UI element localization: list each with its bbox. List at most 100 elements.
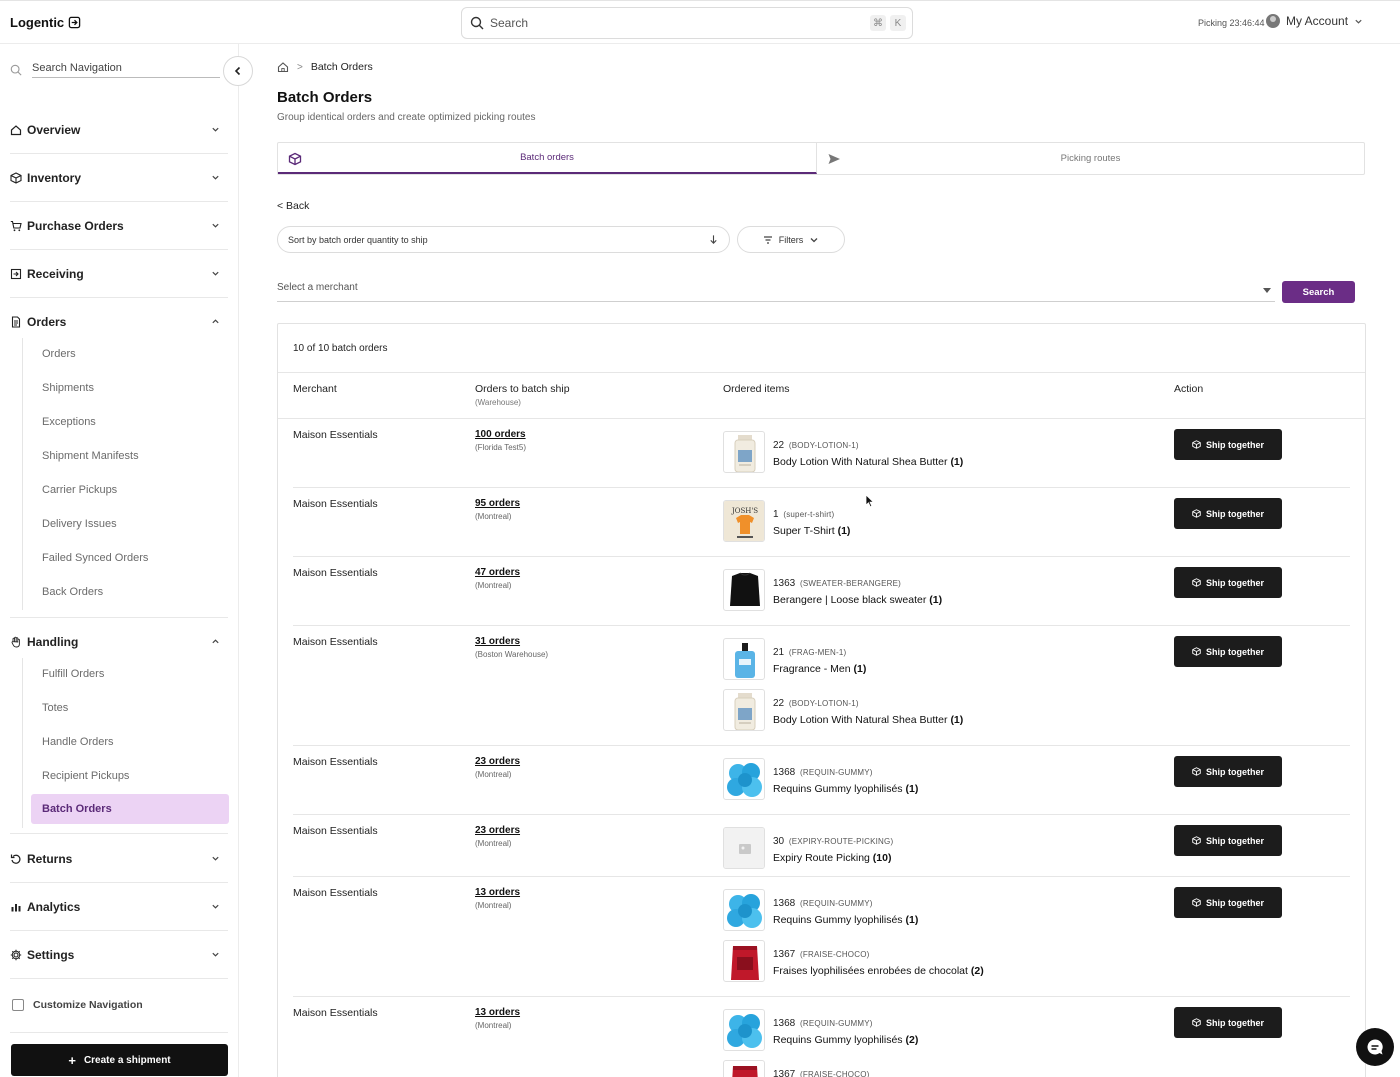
nav-section-settings[interactable]: Settings [10,943,228,967]
checkbox[interactable] [12,999,24,1011]
nav-search-input[interactable]: Search Navigation [10,62,222,78]
orders-link[interactable]: 95 orders [475,498,520,509]
nav-section-overview[interactable]: Overview [10,118,228,142]
orders-link[interactable]: 23 orders [475,756,520,767]
cart-icon [10,220,22,232]
ship-together-button[interactable]: Ship together [1174,567,1282,598]
orders-link[interactable]: 31 orders [475,636,548,647]
merchant-name: Maison Essentials [293,498,378,510]
global-search-input[interactable]: Search ⌘ K [461,7,913,39]
search-button[interactable]: Search [1282,281,1355,303]
nav-section-returns[interactable]: Returns [10,847,228,871]
item-qty: (1) [950,714,964,726]
nav-section-handling[interactable]: Handling [10,630,228,654]
item-id: 1368 [773,898,796,909]
divider [10,201,228,202]
ship-together-button[interactable]: Ship together [1174,887,1282,918]
item-name-line: Body Lotion With Natural Shea Butter (1) [773,714,963,726]
create-shipment-label: Create a shipment [83,1054,171,1066]
item-name: Super T-Shirt [773,525,835,537]
sort-label: Sort by batch order quantity to ship [288,234,428,245]
item-id-line: 22 (BODY-LOTION-1) [773,440,859,451]
warehouse-label: (Boston Warehouse) [475,650,549,659]
box-icon [288,152,302,166]
nav-section-inventory[interactable]: Inventory [10,166,228,190]
gear-icon [10,949,22,961]
search-placeholder: Search [490,16,529,30]
account-menu[interactable]: My Account [1266,14,1363,28]
ship-together-button[interactable]: Ship together [1174,498,1282,529]
subnav-item-delivery-issues[interactable]: Delivery Issues [31,509,229,539]
filter-icon [763,235,772,244]
product-thumbnail [723,940,765,982]
merchant-select[interactable]: Select a merchant [277,282,1275,302]
header-label: Merchant [293,383,337,395]
svg-text:JOSH'S: JOSH'S [731,507,758,515]
orders-cell: 13 orders (Montreal) [475,887,520,910]
nav-search-field[interactable]: Search Navigation [32,62,220,78]
orders-link[interactable]: 23 orders [475,825,520,836]
subnav-item-orders[interactable]: Orders [31,339,229,369]
create-shipment-button[interactable]: + Create a shipment [11,1044,228,1076]
ship-together-button[interactable]: Ship together [1174,825,1282,856]
document-icon [11,316,21,328]
divider [10,153,228,154]
nav-section-receiving[interactable]: Receiving [10,262,228,286]
ship-together-button[interactable]: Ship together [1174,756,1282,787]
warehouse-label: (Montreal) [475,581,512,590]
collapse-sidebar-button[interactable] [223,56,253,86]
ship-together-button[interactable]: Ship together [1174,1007,1282,1038]
orders-link[interactable]: 13 orders [475,887,520,898]
back-link[interactable]: < Back [277,200,309,212]
nav-section-purchase-orders[interactable]: Purchase Orders [10,214,228,238]
item-id-line: 1367 (FRAISE-CHOCO) [773,949,870,960]
orders-link[interactable]: 47 orders [475,567,520,578]
home-icon[interactable] [277,61,289,73]
subnav-item-totes[interactable]: Totes [31,693,229,723]
subnav-item-fulfill-orders[interactable]: Fulfill Orders [31,659,229,689]
home-icon [10,125,22,136]
search-icon [10,64,22,76]
subnav-item-shipment-manifests[interactable]: Shipment Manifests [31,441,229,471]
account-label: My Account [1286,14,1349,28]
subnav-item-failed-synced-orders[interactable]: Failed Synced Orders [31,543,229,573]
nav-section-label: Handling [27,635,79,649]
nav-section-analytics[interactable]: Analytics [10,895,228,919]
item-id-line: 1363 (SWEATER-BERANGERE) [773,578,901,589]
chevron-down-icon [212,223,219,228]
app-logo-text: Logentic [10,15,65,30]
merchant-name: Maison Essentials [293,567,378,579]
subnav-item-recipient-pickups[interactable]: Recipient Pickups [31,761,229,791]
subnav-item-shipments[interactable]: Shipments [31,373,229,403]
item-qty: (1) [853,663,867,675]
filters-button[interactable]: Filters [737,226,845,253]
subnav-item-carrier-pickups[interactable]: Carrier Pickups [31,475,229,505]
box-icon [1192,578,1201,587]
ship-together-button[interactable]: Ship together [1174,636,1282,667]
app-logo[interactable]: Logentic [10,15,81,30]
bar-chart-icon [11,904,21,912]
subnav-item-exceptions[interactable]: Exceptions [31,407,229,437]
orders-link[interactable]: 13 orders [475,1007,520,1018]
box-icon [1192,898,1201,907]
nav-section-orders[interactable]: Orders [10,310,228,334]
subnav-item-batch-orders[interactable]: Batch Orders [31,794,229,824]
item-id: 1367 [773,1069,796,1077]
merchant-name: Maison Essentials [293,756,378,768]
subnav-item-back-orders[interactable]: Back Orders [31,577,229,607]
item-name: Expiry Route Picking [773,852,870,864]
results-count: 10 of 10 batch orders [293,343,388,354]
subnav-item-handle-orders[interactable]: Handle Orders [31,727,229,757]
tab-batch-orders[interactable]: Batch orders [278,143,818,174]
orders-link[interactable]: 100 orders [475,429,526,440]
customize-navigation-toggle[interactable]: Customize Navigation [12,999,143,1011]
warehouse-label: (Montreal) [475,901,512,910]
chat-button[interactable] [1356,1028,1394,1066]
sort-select[interactable]: Sort by batch order quantity to ship [277,226,730,253]
product-thumbnail [723,1060,765,1077]
receive-icon [10,268,22,280]
ship-together-button[interactable]: Ship together [1174,429,1282,460]
table-row: Maison Essentials 23 orders (Montreal) 1… [293,746,1350,815]
header-merchant: Merchant [293,383,337,395]
tab-picking-routes[interactable]: Picking routes [817,143,1364,174]
